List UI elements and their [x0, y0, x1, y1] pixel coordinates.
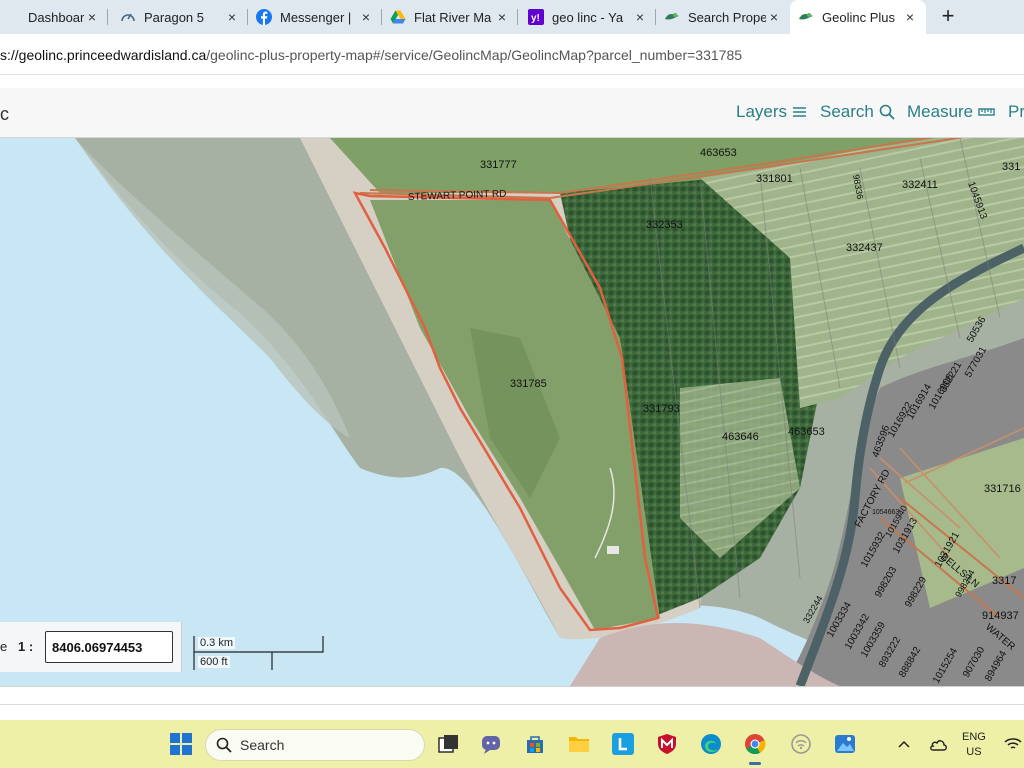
wifi-status-icon[interactable]: [1004, 720, 1022, 768]
app-brand: c: [0, 104, 9, 124]
scalebar-km: 0.3 km: [198, 637, 236, 649]
measure-label: Measure: [907, 102, 974, 121]
launcher-l-icon[interactable]: [610, 731, 636, 757]
scale-prefix: 1 :: [18, 639, 34, 654]
edge-browser-icon[interactable]: [698, 731, 724, 757]
language-indicator[interactable]: ENG US: [962, 730, 986, 760]
tab-search-property[interactable]: Search Prope ×: [656, 0, 790, 34]
tab-yahoo-search[interactable]: y! geo linc - Ya ×: [520, 0, 656, 34]
tab-geolinc-plus[interactable]: Geolinc Plus ×: [790, 0, 926, 34]
windows-start-icon[interactable]: [168, 731, 194, 757]
print-button[interactable]: Pr: [1008, 102, 1024, 122]
ruler-icon: [978, 105, 995, 119]
weather-cloud-icon[interactable]: [928, 720, 948, 768]
facebook-icon: [256, 9, 272, 25]
layers-button[interactable]: Layers: [736, 102, 807, 122]
chevron-up-icon: [898, 740, 910, 748]
parcel-label[interactable]: 914937: [982, 610, 1019, 622]
photos-icon[interactable]: [832, 731, 858, 757]
geolinc-icon: [664, 9, 680, 25]
scalebar-ft: 600 ft: [198, 656, 230, 668]
parcel-label[interactable]: 331716: [984, 483, 1021, 495]
tab-title: Dashboard |: [28, 9, 84, 25]
windows-taskbar: Search ENG US: [0, 720, 1024, 768]
url-host: s://geolinc.princeedwardisland.ca: [0, 47, 207, 63]
scale-label: e: [0, 639, 8, 654]
search-label: Search: [820, 102, 874, 121]
search-icon: [216, 737, 232, 753]
taskbar-search-placeholder: Search: [240, 737, 285, 753]
chrome-browser-icon[interactable]: [742, 731, 768, 765]
close-tab-icon[interactable]: ×: [494, 9, 510, 25]
parcel-label-selected[interactable]: 331785: [510, 378, 547, 390]
parcel-label[interactable]: 331801: [756, 173, 793, 185]
close-tab-icon[interactable]: ×: [358, 9, 374, 25]
parcel-label[interactable]: 332437: [846, 242, 883, 254]
tab-title: geo linc - Ya: [552, 9, 624, 25]
google-drive-icon: [390, 9, 406, 25]
show-hidden-icons[interactable]: [898, 720, 910, 768]
parcel-label[interactable]: 331793: [643, 403, 680, 415]
parcel-label[interactable]: 331777: [480, 159, 517, 171]
url-path: /geolinc-plus-property-map#/service/Geol…: [206, 47, 743, 63]
mcafee-icon[interactable]: [654, 731, 680, 757]
tab-google-drive[interactable]: Flat River Ma ×: [382, 0, 518, 34]
list-icon: [792, 105, 807, 119]
aerial-map[interactable]: STEWART POINT RD FACTORY RD BELLS LN WAT…: [0, 138, 1024, 686]
teams-chat-icon[interactable]: [478, 731, 504, 757]
new-tab-button[interactable]: +: [936, 4, 960, 28]
parcel-label[interactable]: 463646: [722, 431, 759, 443]
task-view-icon[interactable]: [436, 731, 462, 757]
address-bar[interactable]: s://geolinc.princeedwardisland.ca/geolin…: [0, 34, 1024, 74]
taskbar-search[interactable]: Search: [205, 729, 425, 761]
scale-control: e 1 : 8406.06974453: [0, 622, 182, 672]
svg-text:y!: y!: [531, 13, 540, 24]
search-button[interactable]: Search: [820, 102, 895, 122]
search-icon: [879, 104, 895, 120]
tab-title: Flat River Ma: [414, 9, 492, 25]
scale-input[interactable]: 8406.06974453: [45, 631, 173, 663]
parcel-label[interactable]: 463653: [700, 147, 737, 159]
close-tab-icon[interactable]: ×: [224, 9, 240, 25]
measure-button[interactable]: Measure: [907, 102, 995, 122]
parcel-label[interactable]: 332353: [646, 219, 683, 231]
region-code: US: [966, 746, 982, 758]
browser-tab-bar: Dashboard | × Paragon 5 × Messenger | × …: [0, 0, 1024, 34]
tab-messenger[interactable]: Messenger | ×: [248, 0, 382, 34]
yahoo-icon: y!: [528, 9, 544, 25]
bookmarks-gap: [0, 74, 1024, 88]
map-view[interactable]: STEWART POINT RD FACTORY RD BELLS LN WAT…: [0, 138, 1024, 686]
file-explorer-icon[interactable]: [566, 731, 592, 757]
dashboard-icon: [4, 9, 20, 25]
parcel-label[interactable]: 3317: [992, 575, 1016, 587]
parcel-label[interactable]: 463653: [788, 426, 825, 438]
page-footer: [0, 686, 1024, 720]
print-label: Pr: [1008, 102, 1024, 121]
url-text[interactable]: s://geolinc.princeedwardisland.ca/geolin…: [0, 47, 742, 63]
close-tab-icon[interactable]: ×: [632, 9, 648, 25]
close-tab-icon[interactable]: ×: [766, 9, 782, 25]
tab-dashboard[interactable]: Dashboard | ×: [0, 0, 108, 34]
app-header: c Layers Search Measure Pr: [0, 88, 1024, 138]
close-tab-icon[interactable]: ×: [902, 9, 918, 25]
tab-title: Search Prope: [688, 9, 766, 25]
tab-paragon[interactable]: Paragon 5 ×: [112, 0, 248, 34]
geolinc-icon: [798, 9, 814, 25]
tab-title: Geolinc Plus: [822, 9, 895, 25]
parcel-label[interactable]: 332411: [902, 179, 938, 191]
parcel-label[interactable]: 331: [1002, 161, 1020, 173]
scale-bar: 0.3 km 600 ft: [192, 634, 326, 672]
tab-title: Messenger |: [280, 9, 352, 25]
gauge-icon: [120, 9, 136, 25]
close-tab-icon[interactable]: ×: [84, 9, 100, 25]
tab-title: Paragon 5: [144, 9, 204, 25]
layers-label: Layers: [736, 102, 788, 121]
microsoft-store-icon[interactable]: [522, 731, 548, 757]
wifi-app-icon[interactable]: [788, 731, 814, 757]
language-code: ENG: [962, 731, 986, 743]
